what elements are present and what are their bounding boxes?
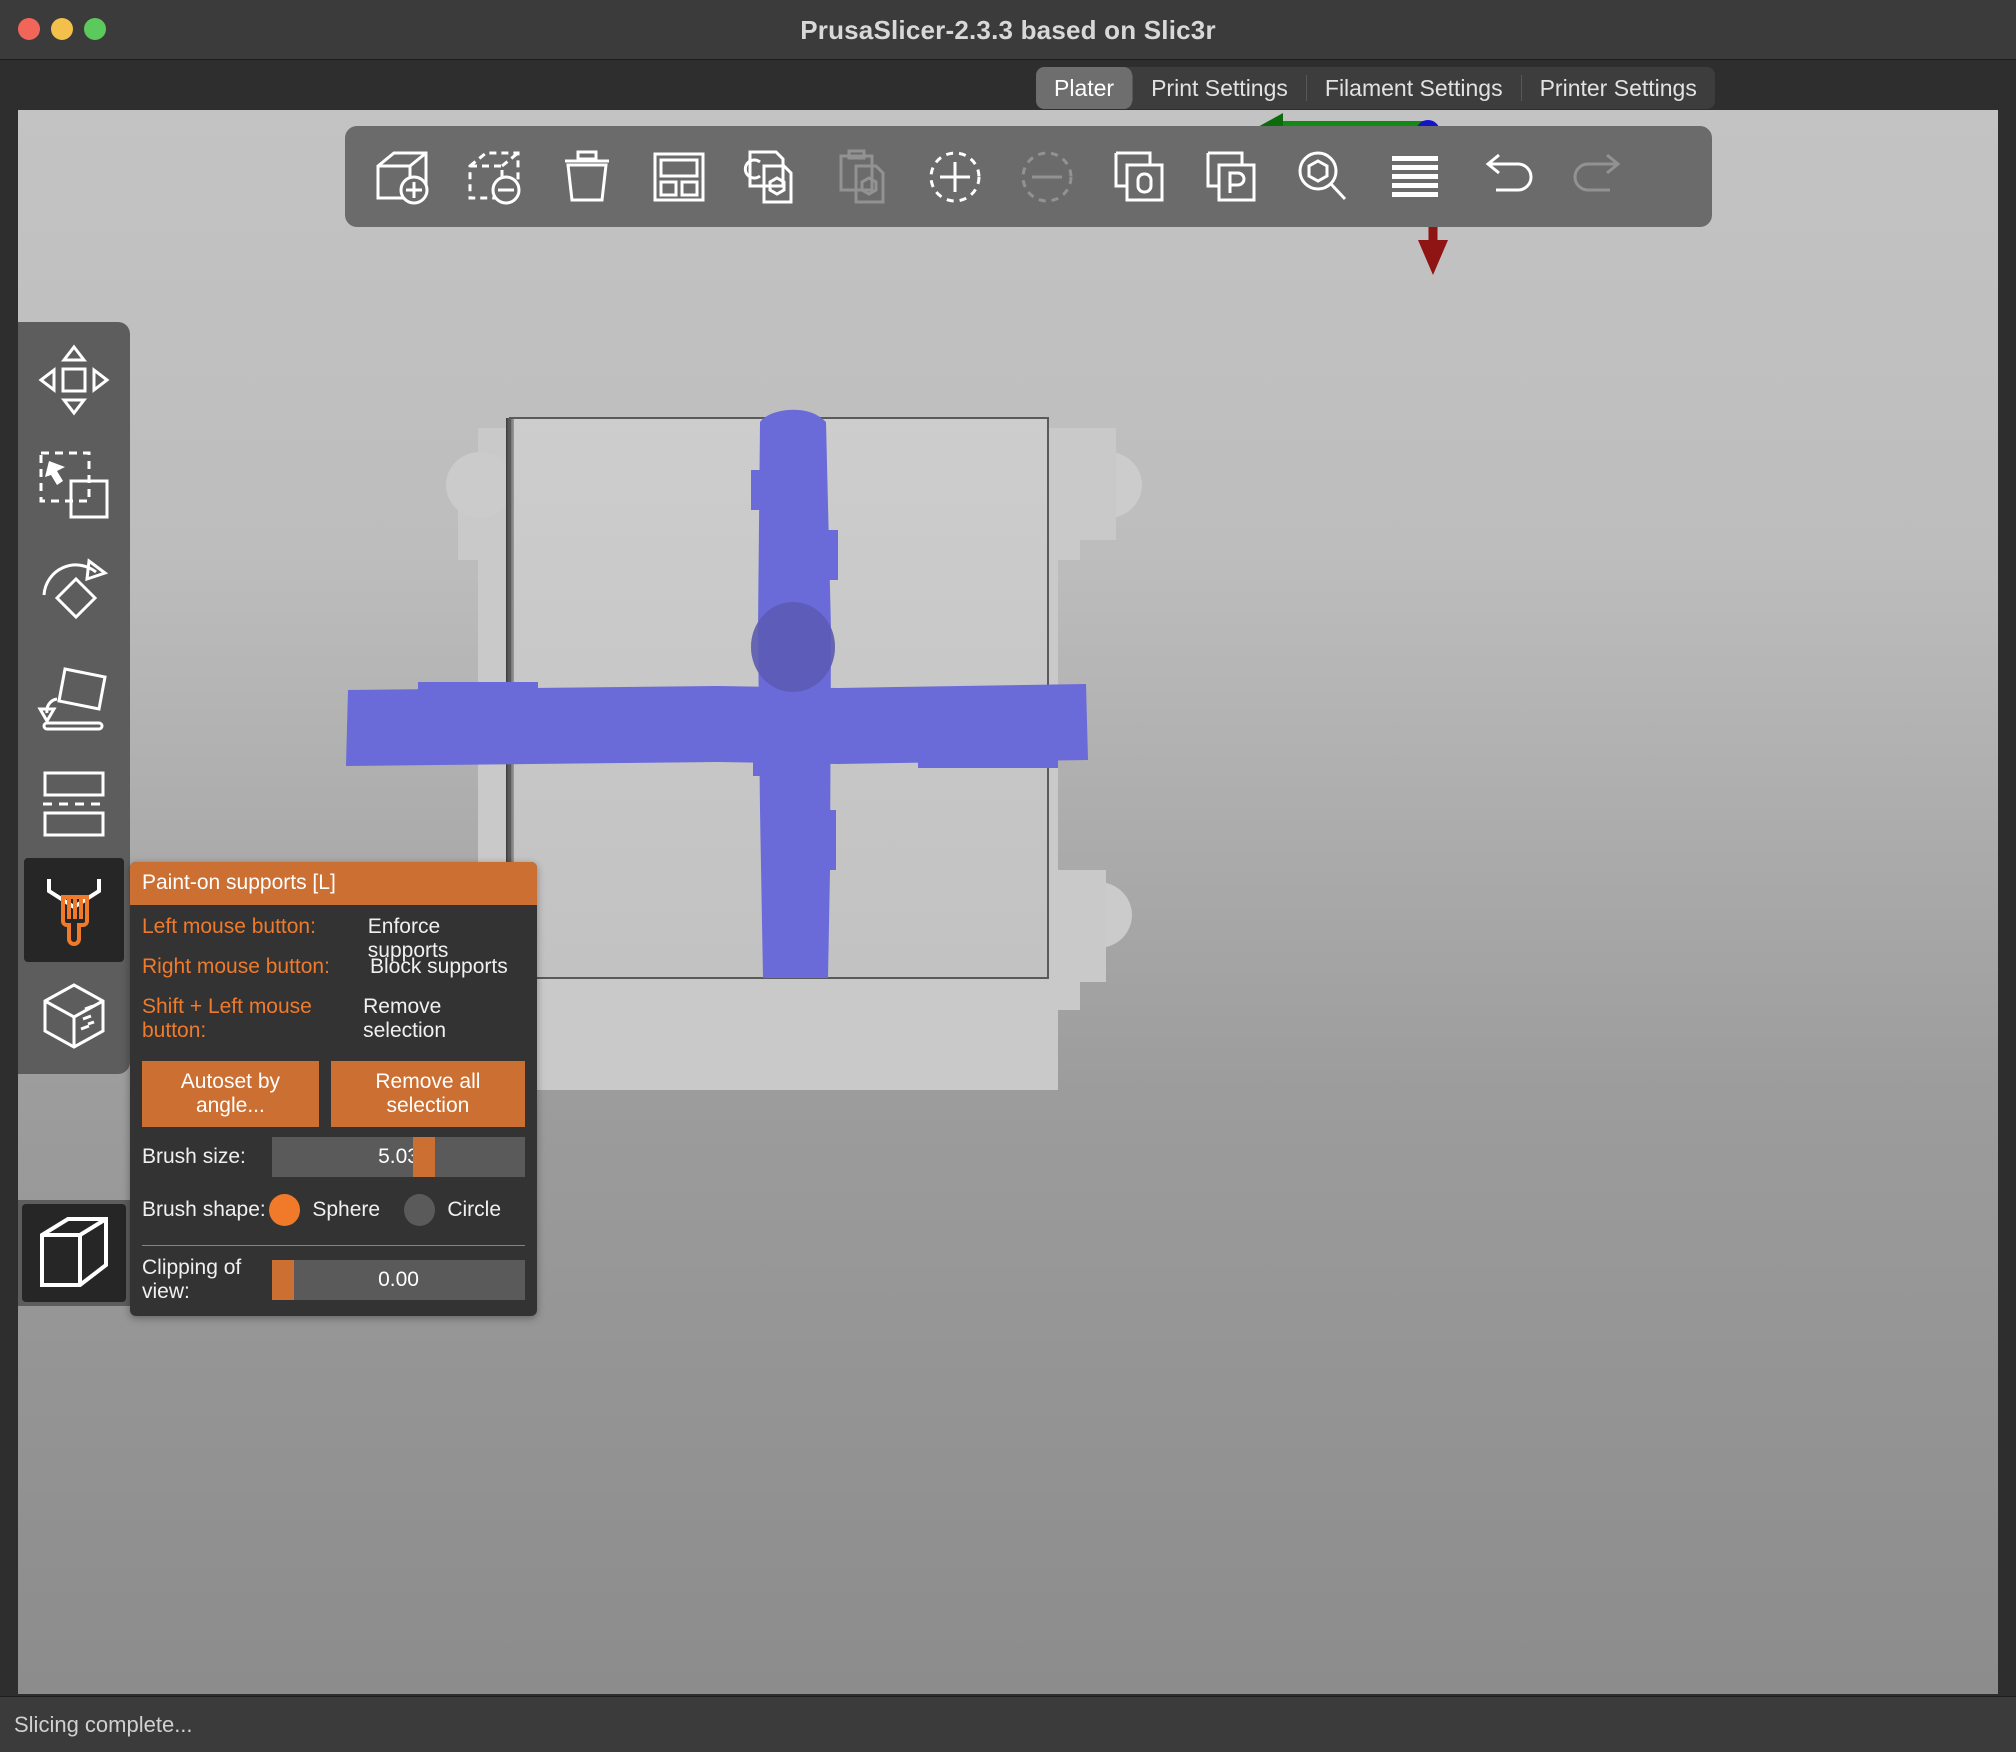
place-on-face-gizmo-icon[interactable] <box>24 646 124 750</box>
cut-gizmo-icon[interactable] <box>24 752 124 856</box>
tab-filament-settings-label: Filament Settings <box>1325 75 1503 102</box>
add-instance-icon[interactable] <box>909 133 1001 221</box>
brush-shape-sphere-label: Sphere <box>312 1198 380 1222</box>
move-gizmo-icon[interactable] <box>24 328 124 432</box>
top-toolbar <box>345 126 1712 227</box>
tab-printer-settings-label: Printer Settings <box>1540 75 1697 102</box>
scale-gizmo-icon[interactable] <box>24 434 124 538</box>
title-bar: PrusaSlicer-2.3.3 based on Slic3r <box>0 0 2016 60</box>
tab-print-settings-label: Print Settings <box>1151 75 1288 102</box>
hint-row: Shift + Left mouse button: Remove select… <box>142 995 525 1035</box>
tab-plater-label: Plater <box>1054 75 1114 102</box>
status-bar: Slicing complete... <box>0 1696 2016 1752</box>
search-icon[interactable] <box>1277 133 1369 221</box>
brush-shape-circle-radio[interactable] <box>404 1194 435 1226</box>
paint-on-supports-gizmo-icon[interactable] <box>24 858 124 962</box>
tab-printer-settings[interactable]: Printer Settings <box>1522 67 1715 109</box>
brush-size-handle[interactable] <box>413 1137 435 1177</box>
panel-body: Left mouse button: Enforce supports Righ… <box>130 905 537 1316</box>
editor-3d-view-icon[interactable] <box>22 1204 126 1302</box>
clipping-label: Clipping of view: <box>142 1256 272 1304</box>
split-to-objects-icon[interactable] <box>1093 133 1185 221</box>
split-to-parts-icon[interactable] <box>1185 133 1277 221</box>
clipping-value: 0.00 <box>272 1260 525 1300</box>
brush-shape-sphere-radio[interactable] <box>269 1194 300 1226</box>
panel-title: Paint-on supports [L] <box>130 862 537 905</box>
model-ear <box>446 452 514 518</box>
hint-row: Right mouse button: Block supports <box>142 955 525 995</box>
delete-selected-icon[interactable] <box>449 133 541 221</box>
add-icon[interactable] <box>357 133 449 221</box>
3d-viewport[interactable]: Paint-on supports [L] Left mouse button:… <box>18 110 1998 1694</box>
brush-shape-circle-label: Circle <box>447 1198 501 1222</box>
tab-group: Plater Print Settings Filament Settings … <box>1036 67 1715 109</box>
brush-size-value: 5.03 <box>272 1137 525 1177</box>
tab-print-settings[interactable]: Print Settings <box>1133 67 1306 109</box>
hint-row: Left mouse button: Enforce supports <box>142 915 525 955</box>
brush-size-label: Brush size: <box>142 1145 272 1169</box>
paint-on-supports-panel: Paint-on supports [L] Left mouse button:… <box>130 862 537 1316</box>
hint-value: Remove selection <box>363 995 525 1043</box>
tab-strip: Plater Print Settings Filament Settings … <box>0 61 2016 109</box>
clipping-handle[interactable] <box>272 1260 294 1300</box>
paste-icon <box>817 133 909 221</box>
hint-key: Right mouse button: <box>142 955 370 979</box>
model-hole-shaded <box>751 602 835 692</box>
undo-icon[interactable] <box>1461 133 1553 221</box>
rotate-gizmo-icon[interactable] <box>24 540 124 644</box>
remove-all-selection-button[interactable]: Remove all selection <box>331 1061 525 1127</box>
autoset-by-angle-button[interactable]: Autoset by angle... <box>142 1061 319 1127</box>
window-title: PrusaSlicer-2.3.3 based on Slic3r <box>0 0 2016 60</box>
prusaslicer-window: PrusaSlicer-2.3.3 based on Slic3r Plater… <box>0 0 2016 1752</box>
remove-instance-icon <box>1001 133 1093 221</box>
hint-key: Shift + Left mouse button: <box>142 995 363 1043</box>
brush-size-slider[interactable]: 5.03 <box>272 1137 525 1177</box>
left-gizmo-toolbar <box>18 322 130 1074</box>
clipping-row: Clipping of view: 0.00 <box>142 1256 525 1304</box>
brush-size-row: Brush size: 5.03 <box>142 1137 525 1177</box>
tab-filament-settings[interactable]: Filament Settings <box>1307 67 1521 109</box>
brush-shape-row: Brush shape: Sphere Circle <box>142 1189 525 1231</box>
hint-value: Block supports <box>370 955 508 979</box>
tab-plater[interactable]: Plater <box>1036 67 1132 109</box>
clipping-slider[interactable]: 0.00 <box>272 1260 525 1300</box>
copy-icon[interactable] <box>725 133 817 221</box>
panel-button-row: Autoset by angle... Remove all selection <box>142 1061 525 1127</box>
arrange-icon[interactable] <box>633 133 725 221</box>
hint-key: Left mouse button: <box>142 915 368 939</box>
panel-divider <box>142 1245 525 1246</box>
brush-shape-label: Brush shape: <box>142 1198 269 1222</box>
seam-painting-gizmo-icon[interactable] <box>24 964 124 1068</box>
status-message: Slicing complete... <box>14 1697 193 1752</box>
layers-editing-icon[interactable] <box>1369 133 1461 221</box>
delete-all-trash-icon[interactable] <box>541 133 633 221</box>
redo-icon <box>1553 133 1645 221</box>
